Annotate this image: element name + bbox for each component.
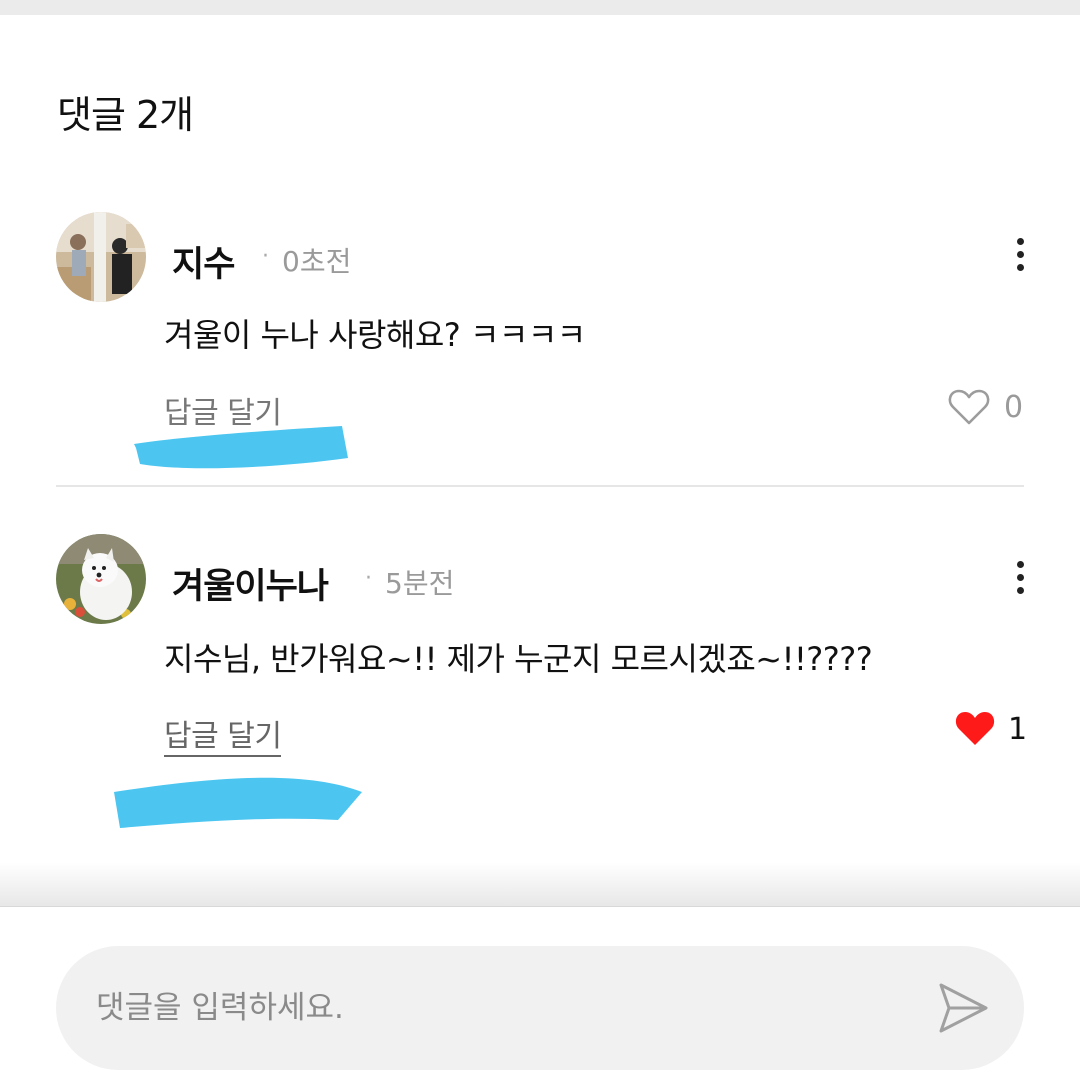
comment-time: 0초전	[282, 245, 352, 278]
like-count: 1	[1008, 712, 1028, 747]
comment-text: 지수님, 반가워요~!! 제가 누군지 모르시겠죠~!!????	[164, 640, 873, 678]
profile-photo-people-icon	[56, 212, 146, 302]
comment-author[interactable]: 지수	[172, 236, 235, 287]
heart-filled-icon[interactable]	[954, 709, 996, 747]
more-options-icon[interactable]	[1010, 561, 1032, 595]
comment-text: 겨울이 누나 사랑해요? ㅋㅋㅋㅋ	[164, 316, 586, 354]
separator-dot: ·	[262, 244, 269, 269]
heart-outline-icon[interactable]	[948, 388, 990, 426]
separator-dot: ·	[365, 566, 372, 591]
more-options-icon[interactable]	[1010, 238, 1032, 272]
comment-time: 5분전	[385, 567, 455, 600]
profile-photo-white-dog-icon	[56, 534, 146, 624]
avatar[interactable]	[56, 534, 146, 624]
comment-input-container	[56, 946, 1024, 1070]
comments-count-title: 댓글 2개	[57, 93, 194, 137]
comment-author[interactable]: 겨울이누나	[172, 558, 329, 609]
comment-input[interactable]	[96, 976, 916, 1040]
highlight-marker	[114, 777, 362, 828]
comment-divider	[56, 485, 1024, 487]
send-icon[interactable]	[936, 980, 990, 1036]
like-count: 0	[1004, 390, 1024, 425]
avatar[interactable]	[56, 212, 146, 302]
highlight-marker	[134, 426, 348, 469]
top-strip	[0, 0, 1080, 15]
reply-button[interactable]: 답글 달기	[164, 711, 282, 757]
footer-shadow	[0, 862, 1080, 908]
